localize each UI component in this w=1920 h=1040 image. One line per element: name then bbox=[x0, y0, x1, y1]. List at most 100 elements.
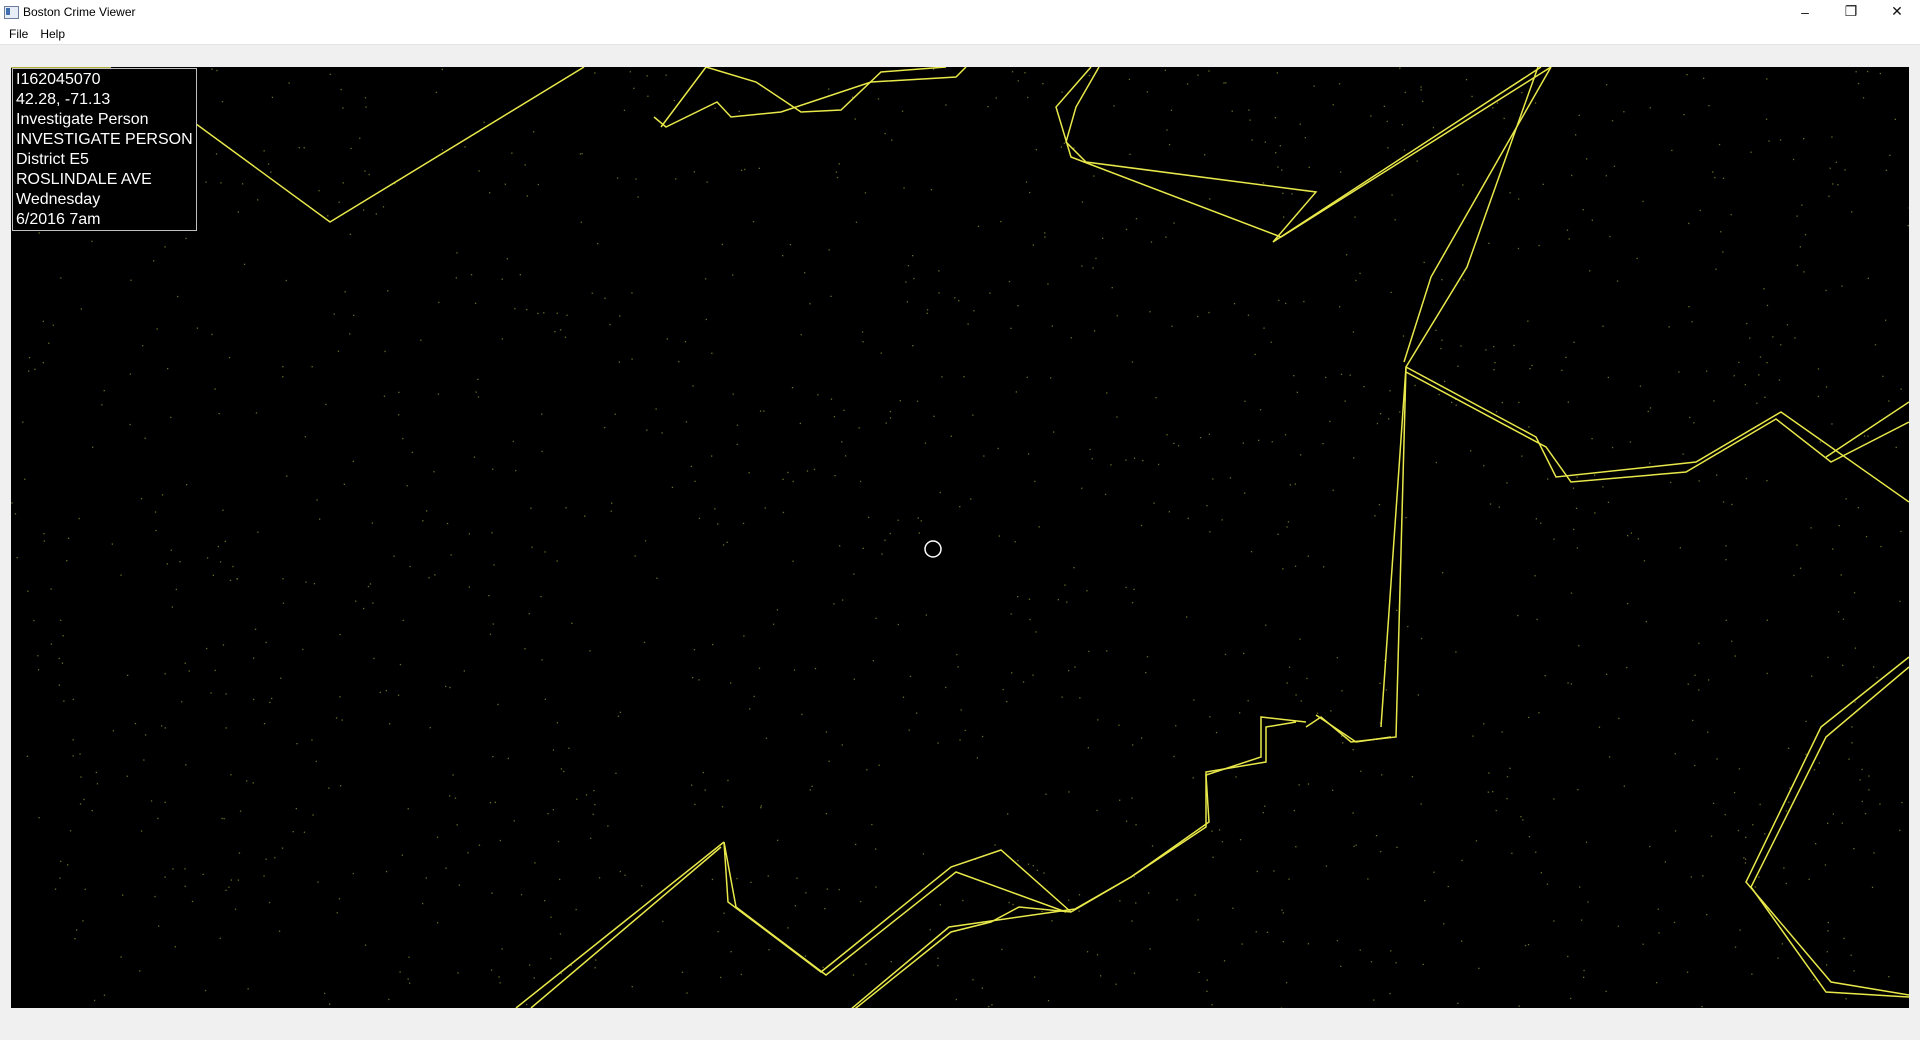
restore-button[interactable]: ❐ bbox=[1828, 0, 1874, 23]
minimize-button[interactable]: – bbox=[1782, 0, 1828, 23]
incident-dot bbox=[1401, 124, 1404, 126]
incident-dot bbox=[1602, 486, 1604, 488]
incident-dot bbox=[1848, 758, 1850, 760]
incident-dot bbox=[1538, 244, 1540, 247]
incident-dot bbox=[1616, 280, 1619, 282]
incident-dot bbox=[1540, 522, 1542, 524]
close-button[interactable]: ✕ bbox=[1874, 0, 1920, 23]
incident-dot bbox=[1043, 872, 1045, 874]
incident-dot bbox=[1281, 169, 1283, 171]
incident-dot bbox=[363, 607, 365, 610]
incident-dot bbox=[384, 350, 386, 353]
incident-dot bbox=[1863, 435, 1866, 437]
incident-dot bbox=[158, 925, 160, 927]
menu-help[interactable]: Help bbox=[34, 24, 71, 44]
incident-dot bbox=[954, 297, 956, 299]
incident-dot bbox=[48, 342, 50, 344]
incident-dot bbox=[513, 820, 515, 822]
incident-dot bbox=[1208, 433, 1210, 435]
incident-dot bbox=[813, 468, 816, 471]
incident-dot bbox=[1527, 944, 1530, 946]
incident-dot bbox=[1113, 105, 1115, 107]
incident-dot bbox=[1360, 770, 1362, 772]
incident-dot bbox=[1373, 999, 1375, 1001]
incident-dot bbox=[875, 886, 877, 888]
incident-dot bbox=[303, 831, 306, 833]
incident-dot bbox=[768, 949, 770, 951]
incident-dot bbox=[1027, 453, 1030, 455]
incident-dot bbox=[705, 278, 707, 280]
incident-dot bbox=[205, 181, 207, 183]
incident-dot bbox=[253, 657, 255, 659]
incident-dot bbox=[1725, 545, 1727, 547]
incident-dot bbox=[228, 356, 231, 359]
incident-dot bbox=[1286, 526, 1288, 528]
incident-dot bbox=[1841, 822, 1843, 824]
window-title: Boston Crime Viewer bbox=[23, 4, 136, 19]
incident-dot bbox=[787, 471, 789, 474]
incident-dot bbox=[758, 167, 760, 169]
incident-dot bbox=[243, 263, 246, 265]
incident-dot bbox=[1034, 976, 1036, 978]
incident-dot bbox=[838, 163, 840, 165]
incident-dot bbox=[91, 240, 93, 242]
incident-dot bbox=[1276, 72, 1278, 74]
incident-dot bbox=[1340, 171, 1342, 173]
incident-dot bbox=[161, 725, 163, 727]
incident-dot bbox=[1455, 651, 1457, 653]
incident-dot bbox=[1688, 222, 1690, 225]
incident-dot bbox=[1587, 901, 1589, 903]
incident-dot bbox=[1212, 856, 1214, 858]
incident-dot bbox=[478, 170, 480, 172]
incident-number: I162045070 bbox=[16, 71, 101, 88]
incident-dot bbox=[373, 657, 375, 660]
incident-dot bbox=[1148, 892, 1150, 894]
incident-dot bbox=[1447, 885, 1449, 888]
incident-dot bbox=[732, 393, 734, 395]
incident-dot bbox=[1068, 670, 1070, 672]
incident-dot bbox=[1060, 146, 1062, 148]
incident-dot bbox=[288, 82, 290, 84]
incident-dot bbox=[225, 889, 227, 891]
incident-dot bbox=[1750, 151, 1752, 153]
incident-dot bbox=[1642, 943, 1644, 945]
incident-dot bbox=[489, 802, 491, 804]
incident-dot bbox=[1859, 779, 1861, 781]
incident-dot bbox=[1670, 481, 1672, 484]
incident-dot bbox=[1380, 850, 1382, 853]
incident-dot bbox=[1173, 442, 1175, 444]
incident-dot bbox=[143, 759, 145, 761]
incident-dot bbox=[489, 192, 491, 194]
incident-dot bbox=[1017, 80, 1019, 82]
incident-dot bbox=[890, 961, 892, 963]
incident-dot bbox=[292, 831, 294, 833]
incident-dot bbox=[1296, 391, 1298, 393]
incident-dot bbox=[271, 96, 274, 98]
incident-dot bbox=[286, 475, 288, 477]
incident-dot bbox=[1405, 517, 1407, 519]
incident-dot bbox=[1673, 921, 1676, 924]
incident-dot bbox=[79, 803, 82, 805]
menu-file[interactable]: File bbox=[3, 24, 34, 44]
incident-dot bbox=[1889, 154, 1891, 156]
incident-dot bbox=[470, 274, 473, 276]
incident-dot bbox=[1197, 315, 1199, 318]
incident-dot bbox=[631, 292, 633, 294]
incident-dot bbox=[799, 422, 801, 425]
incident-dot bbox=[1501, 731, 1503, 733]
incident-dot bbox=[1081, 265, 1083, 267]
incident-dot bbox=[1838, 611, 1840, 613]
incident-dot bbox=[1813, 769, 1816, 771]
incident-dot bbox=[526, 1003, 528, 1006]
incident-dot bbox=[543, 312, 545, 314]
incident-dot bbox=[282, 602, 285, 604]
incident-dot bbox=[748, 472, 750, 474]
incident-dot bbox=[623, 109, 626, 111]
incident-dot bbox=[349, 233, 351, 235]
incident-dot bbox=[720, 976, 722, 979]
crime-map-canvas[interactable]: I162045070 42.28, -71.13 Investigate Per… bbox=[11, 67, 1909, 1008]
incident-dot bbox=[841, 744, 843, 746]
incident-dot bbox=[1262, 812, 1264, 814]
incident-dot bbox=[1194, 894, 1196, 896]
incident-dot bbox=[767, 875, 769, 877]
